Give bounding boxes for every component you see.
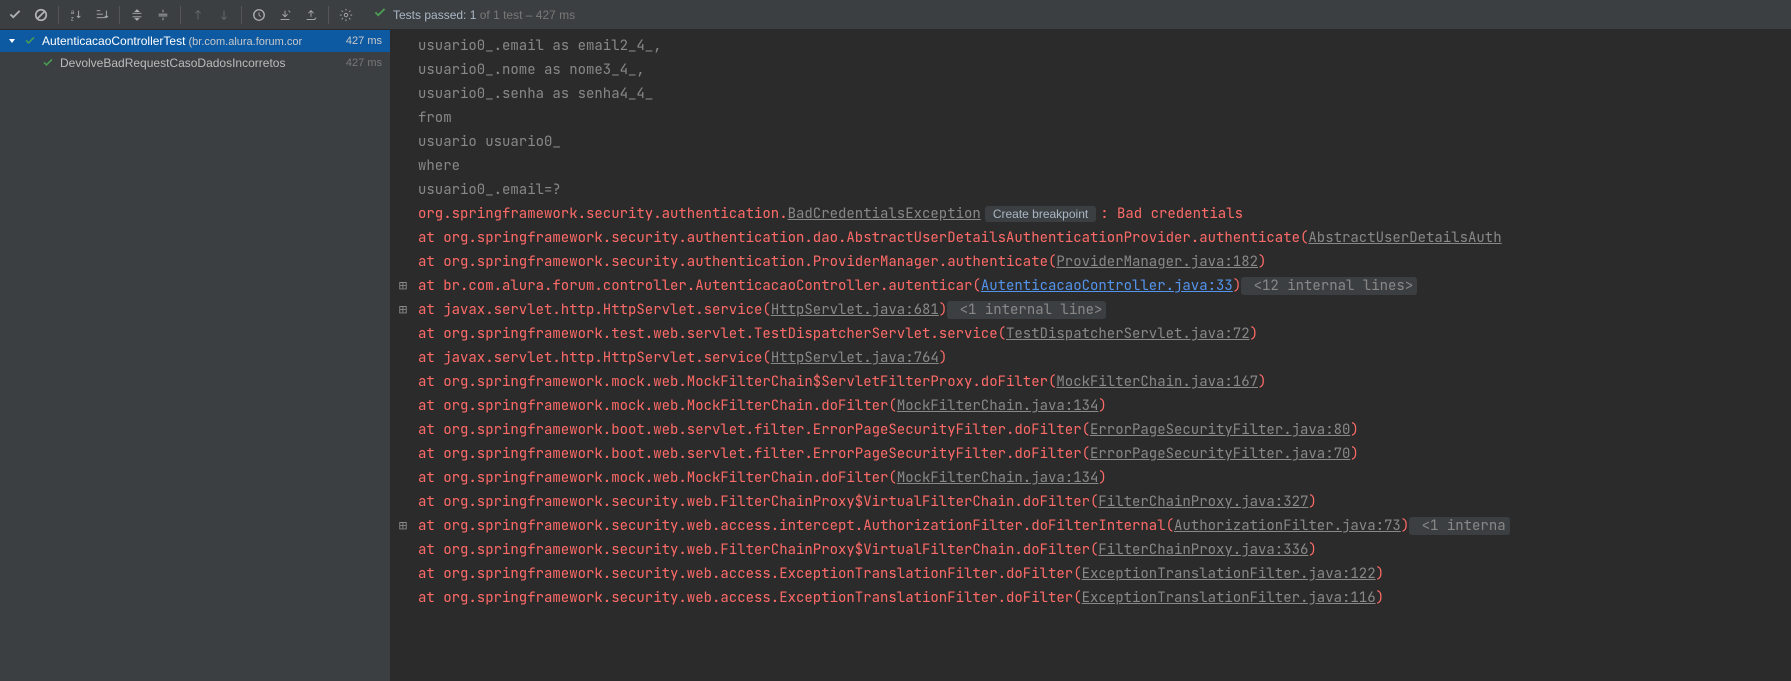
expand-icon[interactable]: ⊞ [394, 298, 412, 322]
source-link[interactable]: AutenticacaoController.java:33 [981, 277, 1233, 295]
export-icon[interactable] [298, 2, 324, 28]
source-link[interactable]: TestDispatcherServlet.java:72 [1006, 325, 1250, 343]
stack-line: at org.springframework.boot.web.servlet.… [390, 442, 1791, 466]
pass-icon [22, 35, 38, 47]
console-line: usuario0_.email as email2_4_, [390, 34, 1791, 58]
test-method-row[interactable]: DevolveBadRequestCasoDadosIncorretos 427… [0, 52, 390, 74]
settings-icon[interactable] [333, 2, 359, 28]
separator [241, 6, 242, 24]
separator [119, 6, 120, 24]
stack-line: at org.springframework.boot.web.servlet.… [390, 418, 1791, 442]
console-line: usuario0_.nome as nome3_4_, [390, 58, 1791, 82]
test-toolbar: az Tests passed: 1 of 1 test – 427 ms [0, 0, 1791, 30]
stack-line: at org.springframework.security.web.Filt… [390, 538, 1791, 562]
stack-line: ⊞ at br.com.alura.forum.controller.Auten… [390, 274, 1791, 298]
stack-line: at org.springframework.mock.web.MockFilt… [390, 370, 1791, 394]
sort-duration-icon[interactable] [89, 2, 115, 28]
internal-lines-toggle[interactable]: <12 internal lines> [1241, 277, 1417, 295]
stack-line: at org.springframework.security.authenti… [390, 226, 1791, 250]
test-method-label: DevolveBadRequestCasoDadosIncorretos [60, 56, 346, 70]
internal-lines-toggle[interactable]: <1 internal line> [947, 301, 1106, 319]
source-link[interactable]: ErrorPageSecurityFilter.java:80 [1090, 421, 1350, 439]
expand-icon[interactable]: ⊞ [394, 274, 412, 298]
exception-line: org.springframework.security.authenticat… [390, 202, 1791, 226]
source-link[interactable]: HttpServlet.java:764 [771, 349, 939, 367]
prev-failed-icon[interactable] [185, 2, 211, 28]
console-line: from [390, 106, 1791, 130]
status-text: Tests passed: 1 of 1 test – 427 ms [393, 8, 575, 22]
internal-lines-toggle[interactable]: <1 interna [1409, 517, 1509, 535]
test-duration: 427 ms [346, 35, 390, 47]
history-icon[interactable] [246, 2, 272, 28]
test-class-row[interactable]: AutenticacaoControllerTest (br.com.alura… [0, 30, 390, 52]
pass-icon [40, 57, 56, 69]
source-link[interactable]: MockFilterChain.java:134 [897, 469, 1099, 487]
show-ignored-icon[interactable] [28, 2, 54, 28]
console-line: usuario0_.email=? [390, 178, 1791, 202]
check-icon [373, 6, 387, 23]
source-link[interactable]: AbstractUserDetailsAuth [1308, 229, 1501, 247]
sort-alpha-icon[interactable]: az [63, 2, 89, 28]
source-link[interactable]: FilterChainProxy.java:327 [1098, 493, 1308, 511]
stack-line: at org.springframework.test.web.servlet.… [390, 322, 1791, 346]
test-class-label: AutenticacaoControllerTest (br.com.alura… [42, 34, 346, 48]
stack-line: at org.springframework.mock.web.MockFilt… [390, 394, 1791, 418]
source-link[interactable]: ExceptionTranslationFilter.java:122 [1082, 565, 1376, 583]
show-passed-icon[interactable] [2, 2, 28, 28]
create-breakpoint-button[interactable]: Create breakpoint [985, 206, 1096, 222]
stack-line: at org.springframework.security.authenti… [390, 250, 1791, 274]
console-line: usuario0_.senha as senha4_4_ [390, 82, 1791, 106]
console-line: usuario usuario0_ [390, 130, 1791, 154]
test-tree[interactable]: AutenticacaoControllerTest (br.com.alura… [0, 30, 390, 681]
console-line: where [390, 154, 1791, 178]
chevron-down-icon[interactable] [6, 36, 18, 46]
collapse-all-icon[interactable] [150, 2, 176, 28]
next-failed-icon[interactable] [211, 2, 237, 28]
separator [328, 6, 329, 24]
test-status: Tests passed: 1 of 1 test – 427 ms [373, 6, 575, 23]
stack-line: at javax.servlet.http.HttpServlet.servic… [390, 346, 1791, 370]
stack-line: at org.springframework.security.web.acce… [390, 586, 1791, 610]
expand-all-icon[interactable] [124, 2, 150, 28]
stack-line: at org.springframework.security.web.Filt… [390, 490, 1791, 514]
console-output[interactable]: usuario0_.email as email2_4_, usuario0_.… [390, 30, 1791, 681]
stack-line: at org.springframework.security.web.acce… [390, 562, 1791, 586]
stack-line: ⊞ at org.springframework.security.web.ac… [390, 514, 1791, 538]
source-link[interactable]: MockFilterChain.java:134 [897, 397, 1099, 415]
source-link[interactable]: MockFilterChain.java:167 [1056, 373, 1258, 391]
expand-icon[interactable]: ⊞ [394, 514, 412, 538]
source-link[interactable]: ExceptionTranslationFilter.java:116 [1082, 589, 1376, 607]
source-link[interactable]: ErrorPageSecurityFilter.java:70 [1090, 445, 1350, 463]
source-link[interactable]: FilterChainProxy.java:336 [1098, 541, 1308, 559]
source-link[interactable]: ProviderManager.java:182 [1056, 253, 1258, 271]
stack-line: at org.springframework.mock.web.MockFilt… [390, 466, 1791, 490]
svg-text:z: z [71, 15, 74, 22]
test-duration: 427 ms [346, 57, 390, 69]
source-link[interactable]: HttpServlet.java:681 [771, 301, 939, 319]
separator [180, 6, 181, 24]
import-icon[interactable] [272, 2, 298, 28]
source-link[interactable]: AuthorizationFilter.java:73 [1174, 517, 1401, 535]
separator [58, 6, 59, 24]
exception-link[interactable]: BadCredentialsException [788, 205, 981, 223]
stack-line: ⊞ at javax.servlet.http.HttpServlet.serv… [390, 298, 1791, 322]
